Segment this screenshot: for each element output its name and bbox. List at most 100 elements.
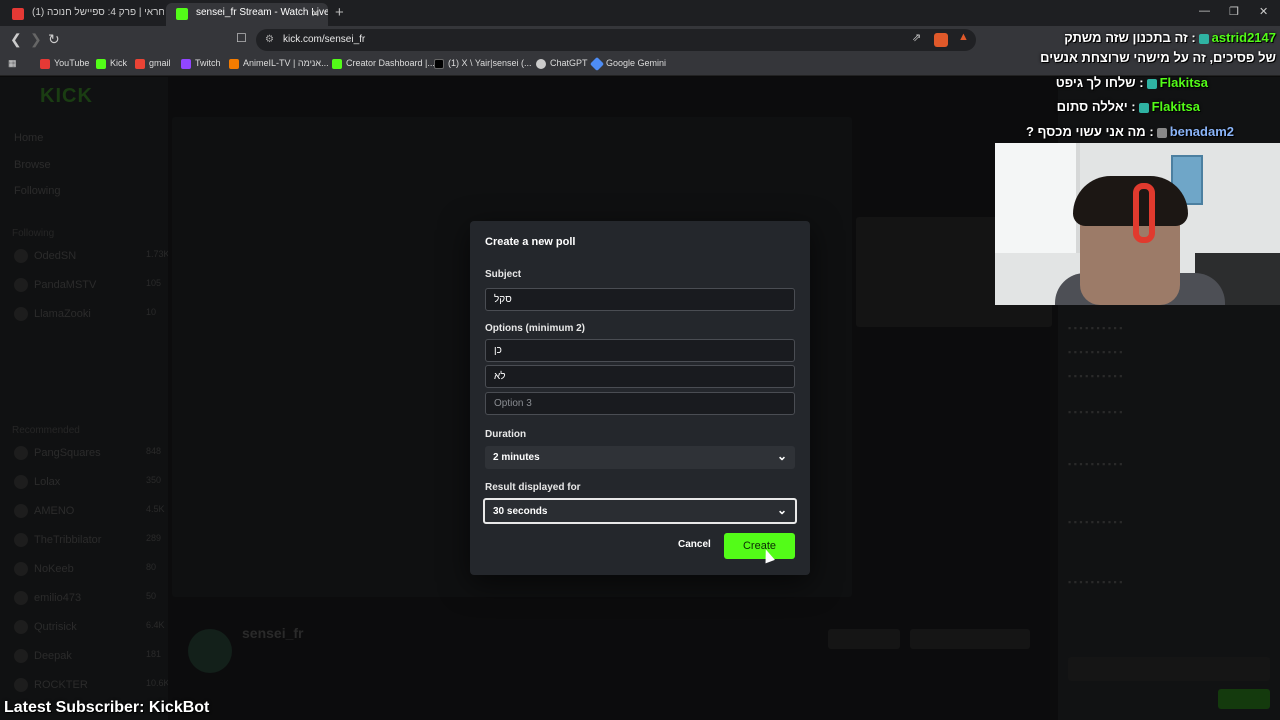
viewer-count: 350 — [146, 475, 162, 485]
option-2-input[interactable]: לא — [485, 365, 795, 388]
overlay-chat-text: : שלחו לך גיפט — [1055, 75, 1144, 90]
list-item[interactable]: PangSquares 848 — [14, 446, 161, 460]
overlay-chat-line: Flakitsa: שלחו לך גיפט — [1056, 75, 1208, 90]
chevron-down-icon: ⌄ — [776, 503, 787, 517]
avatar — [14, 475, 28, 489]
animeil-icon — [229, 59, 239, 69]
option-3-input[interactable]: Option 3 — [485, 392, 795, 415]
brave-shield-icon[interactable] — [934, 33, 948, 47]
create-button[interactable]: Create — [724, 533, 795, 559]
viewer-count: 4.5K — [146, 504, 165, 514]
site-info-icon[interactable]: ⚙ — [265, 34, 274, 45]
share-icon[interactable]: ⇗ — [912, 31, 921, 44]
list-item[interactable]: Deepak 181 — [14, 649, 161, 663]
list-item[interactable]: NoKeeb 80 — [14, 562, 156, 576]
gift-subs-button[interactable] — [828, 629, 900, 649]
bookmark-creator-dashboard[interactable]: Creator Dashboard |... — [332, 58, 435, 69]
bookmark-animeil[interactable]: AnimeIL-TV | אנימה... — [229, 58, 329, 69]
overlay-chat-line: benadam2 : מה אני עשוי מכסף ? — [1026, 124, 1234, 139]
duration-value: 2 minutes — [493, 452, 540, 463]
viewer-count: 50 — [146, 591, 157, 601]
bookmark-youtube[interactable]: YouTube — [40, 58, 89, 69]
list-item[interactable]: OdedSN 1.73K — [14, 249, 170, 263]
list-item[interactable]: ROCKTER 10.6K — [14, 678, 170, 692]
cancel-button[interactable]: Cancel — [678, 539, 711, 550]
sidebar-item-home[interactable]: Home — [14, 132, 43, 144]
new-tab-button[interactable]: + — [335, 4, 344, 21]
brave-rewards-icon[interactable]: ▲ — [958, 31, 969, 43]
avatar — [14, 562, 28, 576]
close-tab-icon[interactable]: ✕ — [311, 7, 320, 20]
channel-name: NoKeeb — [34, 562, 74, 575]
kick-logo: KICK — [40, 85, 93, 107]
list-item[interactable]: LlamaZooki 10 — [14, 307, 156, 321]
viewer-count: 848 — [146, 446, 162, 456]
maximize-button[interactable]: ❐ — [1229, 5, 1239, 18]
subject-input[interactable]: סקל — [485, 288, 795, 311]
channel-name: OdedSN — [34, 249, 77, 262]
browser-tab-kick[interactable]: sensei_fr Stream - Watch Live on Kick ✕ — [166, 3, 328, 26]
viewer-count: 10 — [146, 307, 157, 317]
url-text[interactable]: kick.com/sensei_fr — [283, 34, 365, 45]
apps-grid-icon[interactable]: ▦ — [8, 58, 17, 69]
result-duration-select[interactable]: 30 seconds ⌄ — [483, 498, 797, 524]
list-item[interactable]: PandaMSTV 105 — [14, 278, 161, 292]
list-item[interactable]: emilio473 50 — [14, 591, 156, 605]
badge-icon — [1156, 127, 1167, 138]
kick-icon — [332, 59, 342, 69]
chat-message: ▪ ▪ ▪ ▪ ▪ ▪ ▪ ▪ ▪ ▪ — [1068, 371, 1123, 381]
overlay-chat-text: : מה אני עשוי מכסף ? — [1026, 124, 1154, 139]
option-1-input[interactable]: כן — [485, 339, 795, 362]
overlay-chat-text: : יאללה סתום — [1056, 99, 1136, 114]
back-icon[interactable]: ❮ — [10, 31, 22, 48]
sidebar-item-browse[interactable]: Browse — [14, 159, 51, 171]
address-bar[interactable]: ⚙ kick.com/sensei_fr — [256, 29, 976, 51]
overlay-chat-user: astrid2147 — [1211, 30, 1276, 45]
reload-icon[interactable]: ↻ — [48, 31, 60, 48]
bookmark-chatgpt[interactable]: ChatGPT — [536, 58, 588, 69]
avatar — [14, 446, 28, 460]
list-item[interactable]: Qutrisick 6.4K — [14, 620, 165, 634]
webcam-window — [995, 143, 1080, 253]
minimize-button[interactable]: — — [1199, 5, 1210, 17]
overlay-chat-text: : זה בתכנון שזה משתק — [1064, 30, 1196, 45]
streamer-name[interactable]: sensei_fr — [242, 625, 303, 641]
result-duration-value: 30 seconds — [493, 506, 548, 517]
x-icon — [434, 59, 444, 69]
streamer-avatar[interactable] — [188, 629, 232, 673]
browser-tab-youtube[interactable]: (1) הכל חראי | פרק 4: ספיישל חנוכה — [2, 3, 164, 26]
viewer-count: 10.6K — [146, 678, 170, 688]
bookmark-label: AnimeIL-TV | אנימה... — [243, 58, 329, 68]
bookmark-x[interactable]: (1) X \ Yair|sensei (... — [434, 58, 532, 69]
overlay-chat-line: astrid2147 : זה בתכנון שזה משתק — [1064, 30, 1276, 45]
recommended-heading: Recommended — [12, 425, 80, 436]
chat-input[interactable] — [1068, 657, 1270, 681]
list-item[interactable]: Lolax 350 — [14, 475, 161, 489]
viewer-count: 289 — [146, 533, 162, 543]
bookmark-label: (1) X \ Yair|sensei (... — [448, 58, 532, 68]
bookmark-kick[interactable]: Kick — [96, 58, 128, 69]
subscribe-button[interactable] — [910, 629, 1030, 649]
bookmark-icon[interactable]: ☐ — [236, 31, 247, 45]
modal-title: Create a new poll — [485, 236, 576, 248]
close-window-button[interactable]: ✕ — [1259, 5, 1268, 18]
bookmark-label: Kick — [110, 58, 128, 68]
chevron-down-icon: ⌄ — [776, 449, 787, 463]
following-heading: Following — [12, 228, 55, 239]
chat-send-button[interactable] — [1218, 689, 1270, 709]
sidebar-item-following[interactable]: Following — [14, 185, 60, 197]
forward-icon[interactable]: ❯ — [30, 31, 42, 48]
overlay-chat-user: benadam2 — [1169, 124, 1234, 139]
duration-label: Duration — [485, 429, 527, 440]
youtube-favicon-icon — [12, 8, 24, 20]
badge-icon — [1198, 33, 1209, 44]
tab-title: (1) הכל חראי | פרק 4: ספיישל חנוכה — [32, 7, 164, 18]
subject-label: Subject — [485, 269, 522, 280]
list-item[interactable]: TheTribbilator 289 — [14, 533, 161, 547]
gmail-icon — [135, 59, 145, 69]
list-item[interactable]: AMENO 4.5K — [14, 504, 165, 518]
bookmark-twitch[interactable]: Twitch — [181, 58, 221, 69]
duration-select[interactable]: 2 minutes ⌄ — [485, 446, 795, 469]
bookmark-gemini[interactable]: Google Gemini — [589, 56, 666, 72]
bookmark-gmail[interactable]: gmail — [135, 58, 171, 69]
